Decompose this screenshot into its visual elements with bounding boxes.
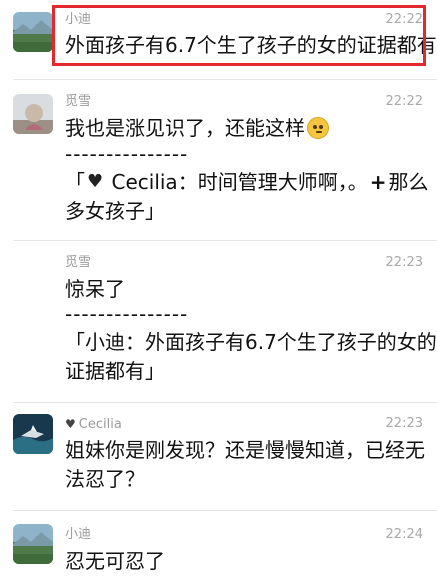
message-text: 我也是涨见识了，还能这样 xyxy=(65,114,425,143)
avatar[interactable] xyxy=(13,414,53,454)
quote-divider: --------------- xyxy=(65,302,189,326)
message-time: 22:24 xyxy=(385,527,423,542)
message-time: 22:23 xyxy=(385,255,423,270)
quote-text-line2: 证据都有」 xyxy=(65,359,165,383)
avatar[interactable] xyxy=(13,12,53,52)
sender-name: 觅雪 xyxy=(65,94,92,109)
grimacing-face-icon xyxy=(307,117,329,139)
quote-sender-and-text: Cecilia：时间管理大师啊，。 xyxy=(105,170,368,194)
message-divider xyxy=(13,402,437,403)
chat-screen: 小迪 22:22 外面孩子有6.7个生了孩子的女的证据都有 觅雪 22:22 我… xyxy=(0,0,437,587)
avatar[interactable] xyxy=(13,94,53,134)
message-text: 外面孩子有6.7个生了孩子的女的证据都有 xyxy=(65,33,437,57)
message-divider xyxy=(13,510,437,511)
black-heart-icon: ♥ xyxy=(87,171,104,192)
message-text-line2: 法忍了？ xyxy=(65,467,145,491)
sender-name: 觅雪 xyxy=(65,255,92,270)
avatar[interactable] xyxy=(13,524,53,564)
quote-text-continued: 那么 xyxy=(388,170,429,194)
quote-text: 「♥ Cecilia：时间管理大师啊，。 + 那么 xyxy=(65,168,429,197)
message-time: 22:22 xyxy=(385,94,423,109)
sender-name: 小迪 xyxy=(65,12,92,27)
sender-name: ♥ Cecilia xyxy=(65,416,122,433)
quote-text: 「小迪：外面孩子有6.7个生了孩子的女的 xyxy=(65,330,437,354)
message-text: 忍无可忍了 xyxy=(65,549,165,573)
person-avatar-image xyxy=(13,94,53,134)
quote-open-bracket: 「 xyxy=(65,170,85,194)
ocean-avatar-image xyxy=(13,414,53,454)
message-divider xyxy=(13,240,437,241)
message-text: 姐妹你是刚发现？还是慢慢知道，已经无 xyxy=(65,438,425,462)
landscape-avatar-image xyxy=(13,12,53,52)
black-heart-icon: ♥ xyxy=(65,417,76,431)
landscape-avatar-image xyxy=(13,524,53,564)
message-time: 22:22 xyxy=(385,12,423,27)
sender-name: 小迪 xyxy=(65,527,92,542)
quote-text-line2: 多女孩子」 xyxy=(65,199,165,223)
sender-name-text: Cecilia xyxy=(78,417,122,432)
plus-icon: + xyxy=(369,170,387,194)
message-line: 我也是涨见识了，还能这样 xyxy=(65,116,305,140)
quote-divider: --------------- xyxy=(65,142,189,166)
message-divider xyxy=(13,79,437,80)
message-time: 22:23 xyxy=(385,416,423,431)
